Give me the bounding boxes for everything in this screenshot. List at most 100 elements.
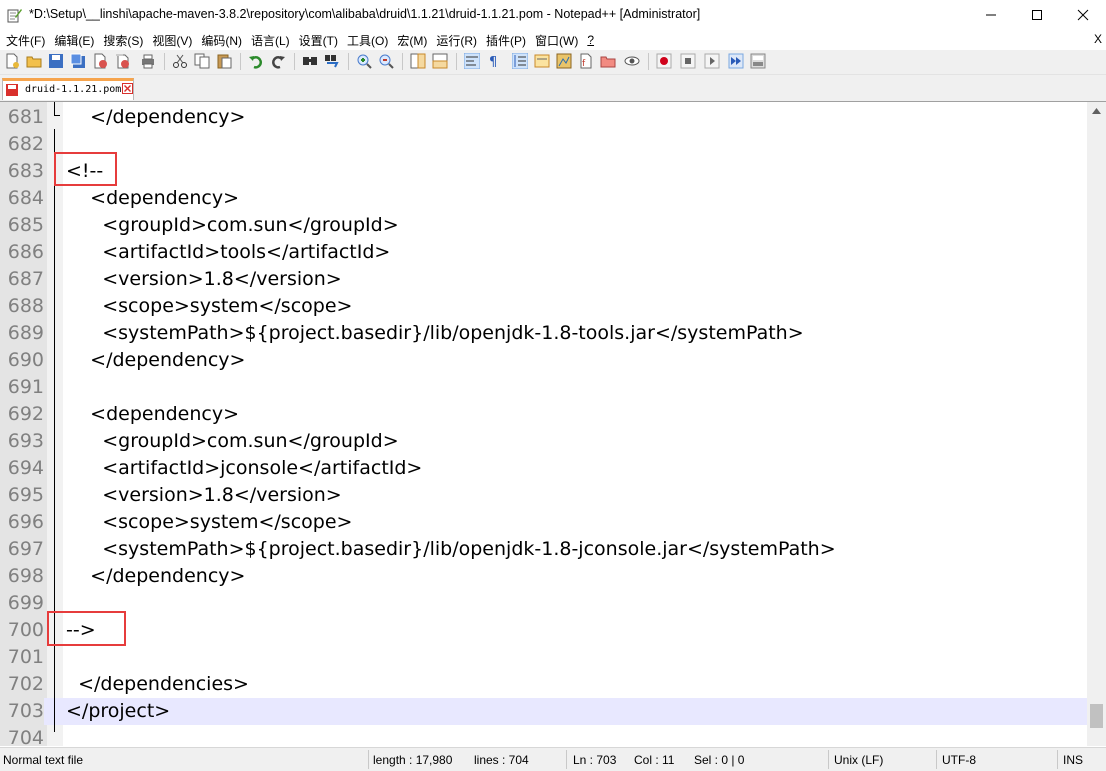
menu-language[interactable]: 语言(L) bbox=[245, 32, 293, 49]
tab-druid-pom[interactable]: druid-1.1.21.pom bbox=[2, 78, 134, 100]
close-tab-icon[interactable] bbox=[122, 83, 133, 94]
open-file-icon[interactable] bbox=[26, 53, 42, 69]
save-icon[interactable] bbox=[48, 53, 64, 69]
code-text[interactable]: <scope>system</scope> bbox=[66, 509, 352, 536]
save-all-icon[interactable] bbox=[70, 53, 86, 69]
code-text[interactable]: </dependency> bbox=[66, 563, 245, 590]
code-line[interactable]: 692 <dependency> bbox=[0, 401, 1087, 428]
code-line[interactable]: 687 <version>1.8</version> bbox=[0, 266, 1087, 293]
code-text[interactable]: <systemPath>${project.basedir}/lib/openj… bbox=[66, 320, 803, 347]
function-list-icon[interactable]: f bbox=[578, 53, 594, 69]
stop-macro-icon[interactable] bbox=[680, 53, 696, 69]
code-text[interactable]: <dependency> bbox=[66, 185, 239, 212]
sync-horizontal-icon[interactable] bbox=[432, 53, 448, 69]
minimize-icon bbox=[986, 14, 996, 16]
close-file-icon[interactable] bbox=[92, 53, 108, 69]
undo-icon[interactable] bbox=[248, 53, 264, 69]
code-line[interactable]: 696 <scope>system</scope> bbox=[0, 509, 1087, 536]
copy-icon[interactable] bbox=[194, 53, 210, 69]
play-macro-icon[interactable] bbox=[704, 53, 720, 69]
code-text[interactable]: <version>1.8</version> bbox=[66, 482, 341, 509]
vertical-scrollbar[interactable] bbox=[1087, 102, 1106, 746]
code-line[interactable]: 698 </dependency> bbox=[0, 563, 1087, 590]
code-line[interactable]: 684 <dependency> bbox=[0, 185, 1087, 212]
menu-plugins[interactable]: 插件(P) bbox=[480, 32, 529, 49]
show-all-characters-icon[interactable]: ¶ bbox=[486, 53, 502, 69]
cut-icon[interactable] bbox=[172, 53, 188, 69]
status-encoding[interactable]: UTF-8 bbox=[942, 753, 976, 767]
document-map-icon[interactable] bbox=[556, 53, 572, 69]
code-line[interactable]: 694 <artifactId>jconsole</artifactId> bbox=[0, 455, 1087, 482]
sync-vertical-icon[interactable] bbox=[410, 53, 426, 69]
menu-encoding[interactable]: 编码(N) bbox=[195, 32, 245, 49]
code-text[interactable]: <dependency> bbox=[66, 401, 239, 428]
code-line[interactable]: 700 --> bbox=[0, 617, 1087, 644]
paste-icon[interactable] bbox=[216, 53, 232, 69]
code-line[interactable]: 703 </project> bbox=[0, 698, 1087, 725]
menu-view[interactable]: 视图(V) bbox=[146, 32, 195, 49]
menu-edit[interactable]: 编辑(E) bbox=[48, 32, 97, 49]
code-line[interactable]: 690 </dependency> bbox=[0, 347, 1087, 374]
menu-file[interactable]: 文件(F) bbox=[0, 32, 48, 49]
menu-macro[interactable]: 宏(M) bbox=[391, 32, 430, 49]
code-line[interactable]: 697 <systemPath>${project.basedir}/lib/o… bbox=[0, 536, 1087, 563]
user-language-icon[interactable] bbox=[534, 53, 550, 69]
code-line[interactable]: 702 </dependencies> bbox=[0, 671, 1087, 698]
code-text[interactable]: <version>1.8</version> bbox=[66, 266, 341, 293]
code-text[interactable]: <artifactId>jconsole</artifactId> bbox=[66, 455, 422, 482]
code-line[interactable]: 691 bbox=[0, 374, 1087, 401]
print-icon[interactable] bbox=[140, 53, 156, 69]
scroll-up-arrow-icon[interactable] bbox=[1092, 108, 1101, 114]
code-text[interactable]: <groupId>com.sun</groupId> bbox=[66, 212, 398, 239]
code-line[interactable]: 681 </dependency> bbox=[0, 104, 1087, 131]
status-eol[interactable]: Unix (LF) bbox=[834, 753, 883, 767]
menu-window[interactable]: 窗口(W) bbox=[529, 32, 581, 49]
code-line[interactable]: 685 <groupId>com.sun</groupId> bbox=[0, 212, 1087, 239]
zoom-in-icon[interactable] bbox=[356, 53, 372, 69]
record-macro-icon[interactable] bbox=[656, 53, 672, 69]
menu-settings[interactable]: 设置(T) bbox=[293, 32, 341, 49]
monitoring-icon[interactable] bbox=[624, 53, 640, 69]
close-all-icon[interactable] bbox=[114, 53, 130, 69]
zoom-out-icon[interactable] bbox=[378, 53, 394, 69]
redo-icon[interactable] bbox=[270, 53, 286, 69]
code-text[interactable]: </project> bbox=[66, 698, 170, 725]
code-line[interactable]: 704 bbox=[0, 725, 1087, 746]
word-wrap-icon[interactable] bbox=[464, 53, 480, 69]
menu-run[interactable]: 运行(R) bbox=[430, 32, 480, 49]
code-line[interactable]: 683 <!-- bbox=[0, 158, 1087, 185]
minimize-button[interactable] bbox=[968, 0, 1014, 30]
code-text[interactable]: <groupId>com.sun</groupId> bbox=[66, 428, 398, 455]
save-macro-icon[interactable] bbox=[750, 53, 766, 69]
code-line[interactable]: 701 bbox=[0, 644, 1087, 671]
code-line[interactable]: 693 <groupId>com.sun</groupId> bbox=[0, 428, 1087, 455]
menu-help[interactable]: ? bbox=[581, 33, 597, 47]
folder-workspace-icon[interactable] bbox=[600, 53, 616, 69]
code-line[interactable]: 686 <artifactId>tools</artifactId> bbox=[0, 239, 1087, 266]
code-text[interactable]: </dependency> bbox=[66, 347, 245, 374]
new-file-icon[interactable] bbox=[4, 53, 20, 69]
maximize-button[interactable] bbox=[1014, 0, 1060, 30]
code-text[interactable]: </dependencies> bbox=[66, 671, 249, 698]
code-line[interactable]: 689 <systemPath>${project.basedir}/lib/o… bbox=[0, 320, 1087, 347]
menu-search[interactable]: 搜索(S) bbox=[97, 32, 146, 49]
scrollbar-thumb[interactable] bbox=[1090, 704, 1103, 728]
code-text[interactable]: <artifactId>tools</artifactId> bbox=[66, 239, 390, 266]
code-text[interactable]: </dependency> bbox=[66, 104, 245, 131]
code-line[interactable]: 695 <version>1.8</version> bbox=[0, 482, 1087, 509]
code-line[interactable]: 688 <scope>system</scope> bbox=[0, 293, 1087, 320]
close-window-button[interactable] bbox=[1060, 0, 1106, 30]
editor-area[interactable]: 681 </dependency> 682 683 <!-- 684 <dependen… bbox=[0, 101, 1106, 746]
run-macro-multiple-icon[interactable] bbox=[728, 53, 744, 69]
find-icon[interactable] bbox=[302, 53, 318, 69]
replace-icon[interactable] bbox=[324, 53, 340, 69]
indent-guide-icon[interactable] bbox=[512, 53, 528, 69]
code-text[interactable]: <systemPath>${project.basedir}/lib/openj… bbox=[66, 536, 835, 563]
code-text[interactable]: <scope>system</scope> bbox=[66, 293, 352, 320]
code-line[interactable]: 682 bbox=[0, 131, 1087, 158]
status-insert-mode[interactable]: INS bbox=[1063, 753, 1083, 767]
close-document-button[interactable]: X bbox=[1094, 32, 1102, 46]
status-sel: Sel : 0 | 0 bbox=[694, 753, 745, 767]
code-line[interactable]: 699 bbox=[0, 590, 1087, 617]
menu-tools[interactable]: 工具(O) bbox=[341, 32, 391, 49]
